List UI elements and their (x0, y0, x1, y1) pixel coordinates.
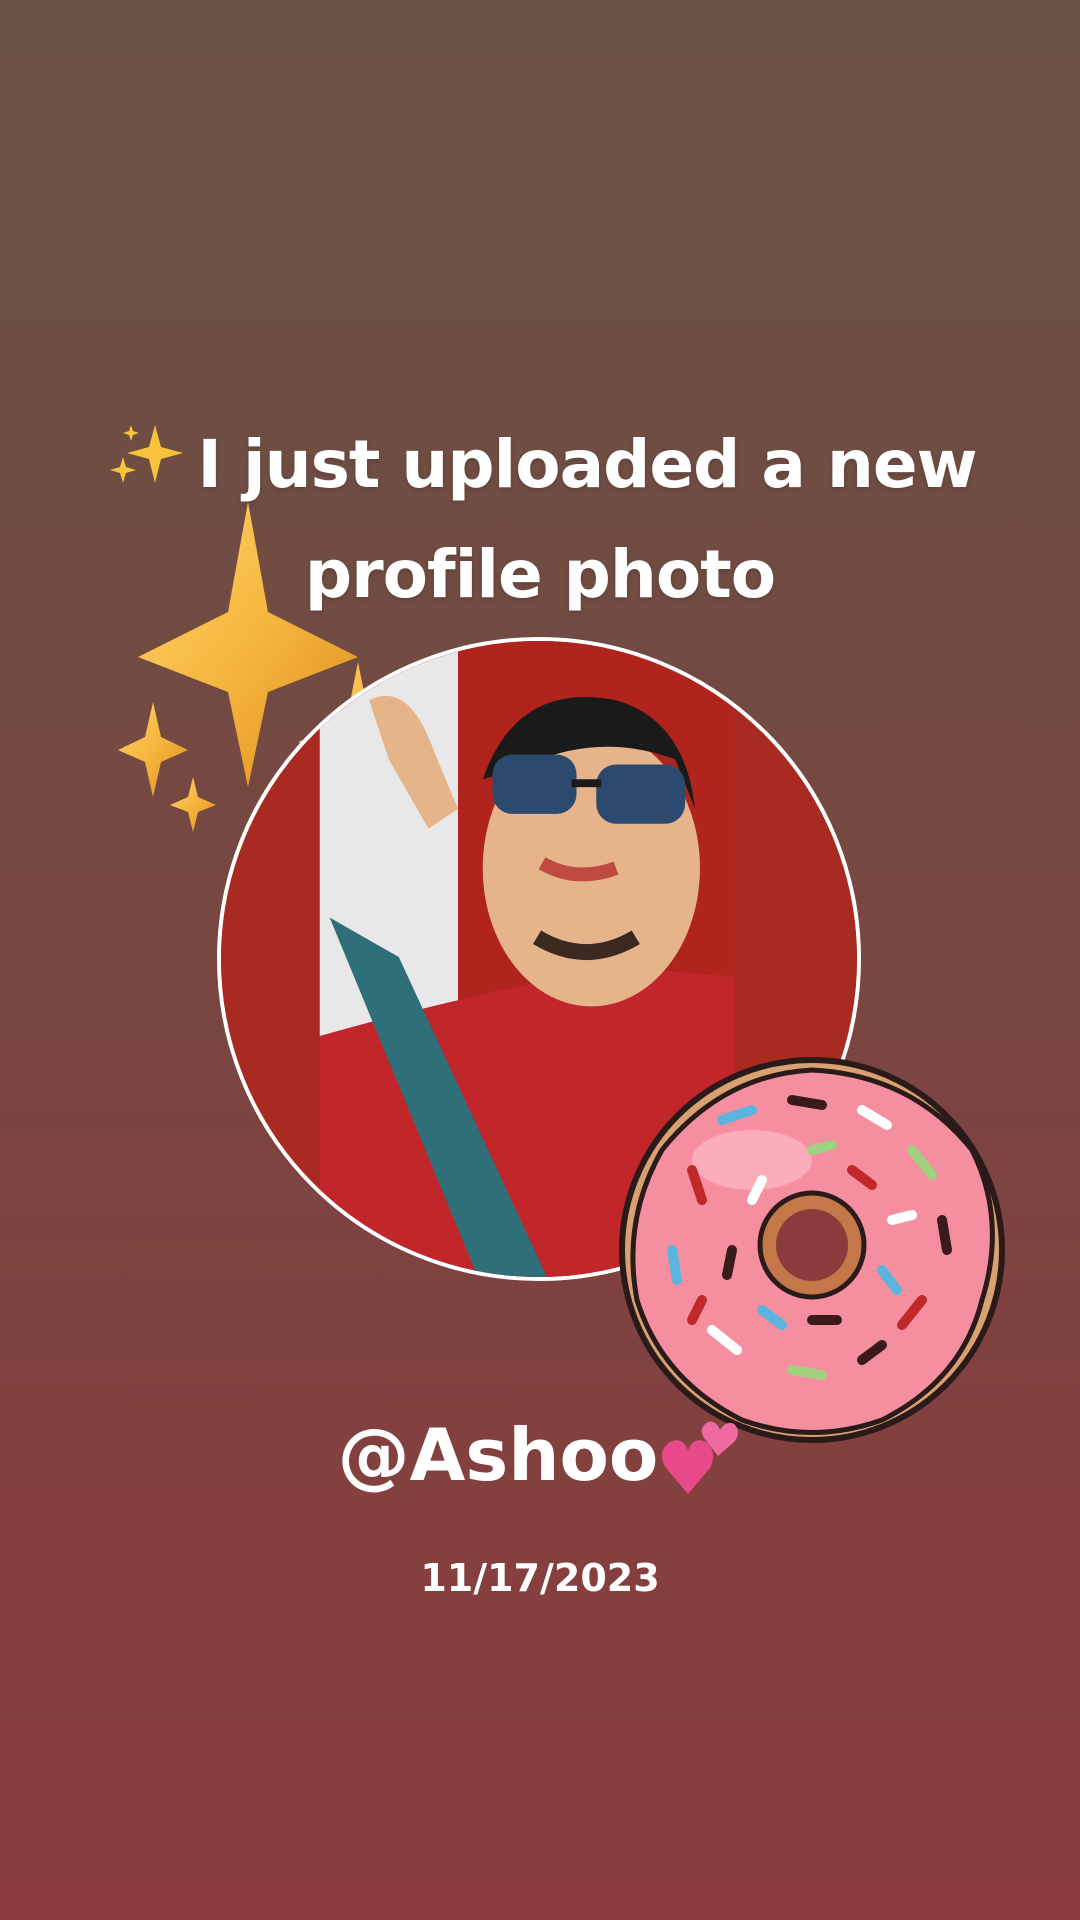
post-date: 11/17/2023 (420, 1556, 660, 1600)
username-handle[interactable]: @Ashoo (0, 1405, 1080, 1505)
donut-sticker (619, 1057, 1005, 1443)
sparkles-icon (110, 425, 184, 483)
two-hearts-icon (662, 1421, 739, 1494)
handle-text: @Ashoo (337, 1413, 659, 1497)
